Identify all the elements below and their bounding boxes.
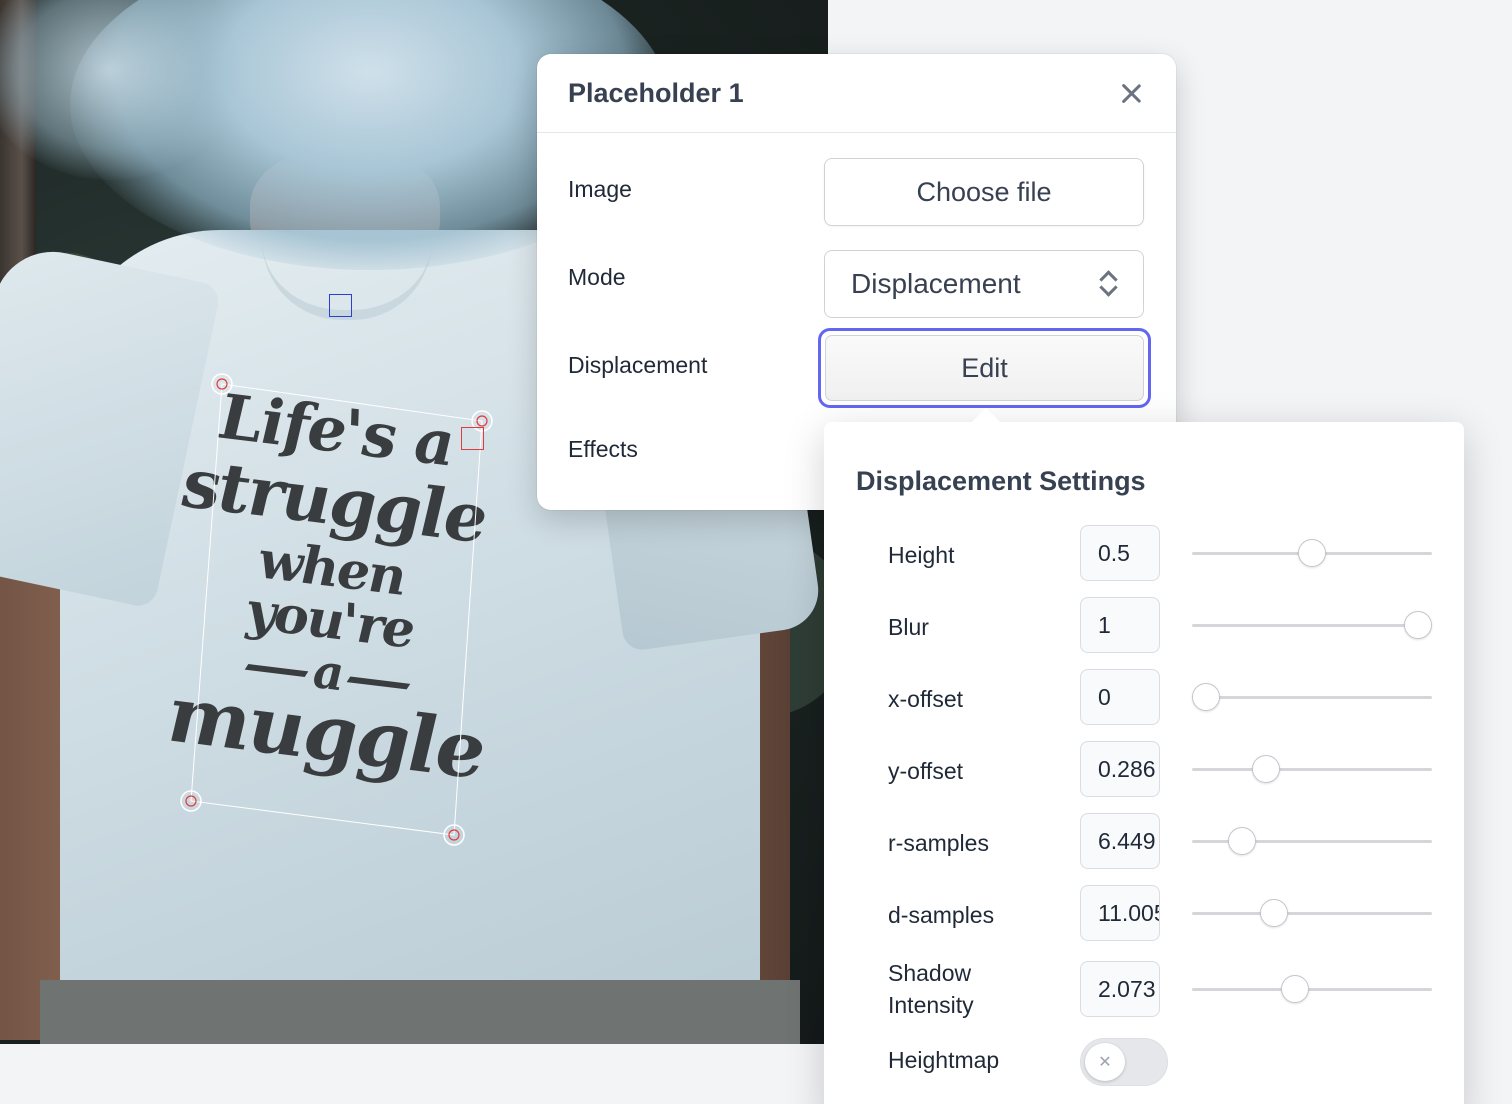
setting-slider[interactable] (1192, 975, 1432, 1003)
setting-label: y-offset (888, 758, 963, 784)
rotate-handle[interactable] (461, 427, 484, 450)
displacement-label: Displacement (568, 352, 708, 378)
setting-row: Shadow Intensity 2.073 (824, 960, 1464, 1018)
edit-displacement-button[interactable]: Edit (818, 328, 1151, 408)
quad-outline (190, 383, 483, 836)
dialog-title: Placeholder 1 (568, 77, 744, 108)
setting-label: r-samples (888, 830, 989, 856)
choose-file-button[interactable]: Choose file (824, 158, 1144, 226)
mode-select-value: Displacement (851, 268, 1021, 299)
close-icon[interactable] (1117, 79, 1145, 107)
dialog-header: Placeholder 1 (537, 54, 1176, 133)
displacement-settings-popover: Displacement Settings Height 0.5 Blur 1 x-of… (824, 407, 1464, 1104)
setting-slider[interactable] (1192, 539, 1432, 567)
image-label: Image (568, 176, 632, 202)
x-icon: ✕ (1085, 1043, 1125, 1081)
slider-thumb[interactable] (1298, 539, 1326, 567)
setting-value-input[interactable]: 0 (1080, 669, 1160, 725)
setting-label: x-offset (888, 686, 963, 712)
edit-button-label: Edit (825, 335, 1144, 401)
heightmap-label: Heightmap (888, 1047, 1000, 1073)
setting-row: r-samples 6.449 (824, 813, 1464, 869)
slider-thumb[interactable] (1252, 755, 1281, 783)
setting-value-input[interactable]: 0.286 (1080, 741, 1160, 797)
setting-row: Height 0.5 (824, 525, 1464, 581)
setting-slider[interactable] (1192, 755, 1432, 783)
setting-value-input[interactable]: 2.073 (1080, 961, 1160, 1017)
setting-label: d-samples (888, 902, 995, 928)
setting-value-input[interactable]: 1 (1080, 597, 1160, 653)
setting-slider[interactable] (1192, 683, 1432, 711)
popover-title: Displacement Settings (856, 466, 1146, 496)
setting-label: Blur (888, 614, 929, 640)
slider-thumb[interactable] (1403, 611, 1432, 639)
setting-label: Height (888, 542, 955, 568)
setting-row: Blur 1 (824, 597, 1464, 653)
mode-label: Mode (568, 264, 626, 290)
slider-thumb[interactable] (1228, 827, 1257, 855)
setting-value-input[interactable]: 6.449 (1080, 813, 1160, 869)
pivot-handle[interactable] (329, 294, 352, 317)
setting-label: Shadow Intensity (888, 960, 974, 1018)
setting-value-input[interactable]: 0.5 (1080, 525, 1160, 581)
chevron-updown-icon (1099, 269, 1117, 299)
effects-label: Effects (568, 436, 638, 462)
setting-slider[interactable] (1192, 899, 1432, 927)
slider-thumb[interactable] (1259, 899, 1288, 927)
setting-row: y-offset 0.286 (824, 741, 1464, 797)
setting-row: d-samples 11.005 (824, 885, 1464, 941)
heightmap-toggle[interactable]: ✕ (1080, 1038, 1168, 1086)
setting-value-input[interactable]: 11.005 (1080, 885, 1160, 941)
setting-slider[interactable] (1192, 611, 1432, 639)
slider-thumb[interactable] (1192, 683, 1221, 711)
setting-slider[interactable] (1192, 827, 1432, 855)
setting-row: x-offset 0 (824, 669, 1464, 725)
slider-thumb[interactable] (1281, 975, 1310, 1003)
mode-select[interactable]: Displacement (824, 250, 1144, 318)
